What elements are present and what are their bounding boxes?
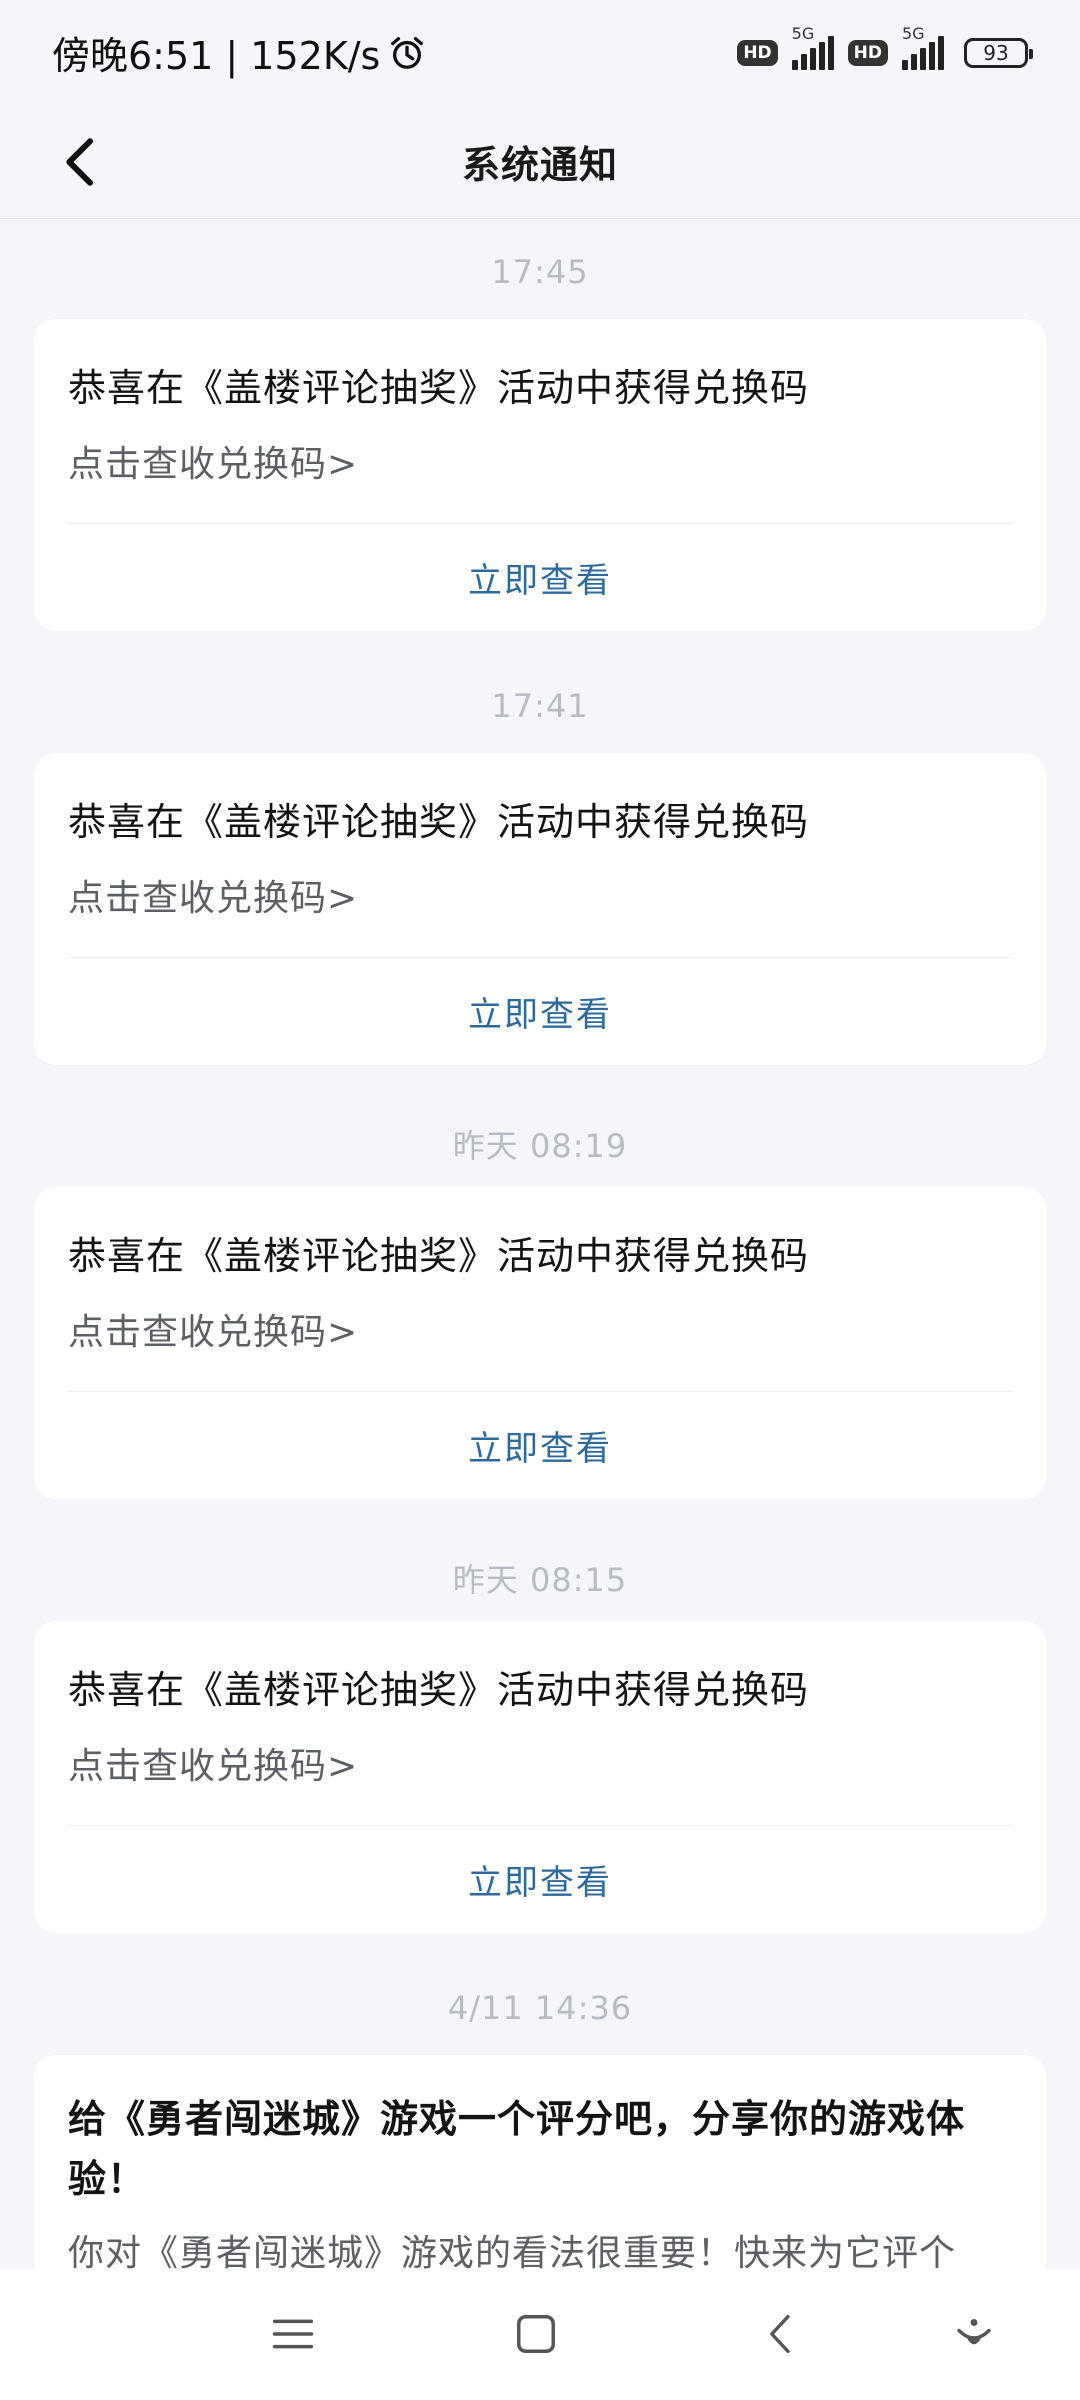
view-now-button[interactable]: 立即查看 [34,553,1046,602]
status-right: HD 5G HD 5G 93 [737,24,1033,70]
notification-title: 给《勇者闯迷城》游戏一个评分吧，分享你的游戏体验！ [68,2097,966,2201]
system-navbar [0,2269,1080,2400]
status-left: 傍晚6:51 | 152K/s [52,25,426,80]
divider [68,957,1012,958]
hd-badge-2: HD [847,39,888,66]
notification-title: 恭喜在《盖楼评论抽奖》活动中获得兑换码 [68,366,810,410]
notification-list[interactable]: 17:45 恭喜在《盖楼评论抽奖》活动中获得兑换码 点击查收兑换码> 立即查看 … [0,219,1080,2269]
message-time: 昨天 08:19 [452,1127,628,1165]
notification-subtitle[interactable]: 点击查收兑换码> [68,1303,358,1355]
battery-icon: 93 [964,37,1033,68]
alarm-clock-icon [388,34,426,72]
message-time: 17:45 [491,253,589,291]
notification-card[interactable]: 恭喜在《盖楼评论抽奖》活动中获得兑换码 点击查收兑换码> 立即查看 [34,319,1046,631]
network-type: 5G [791,23,815,43]
status-bar: 傍晚6:51 | 152K/s HD 5G HD 5G 93 [0,0,1080,105]
notification-subtitle[interactable]: 点击查收兑换码> [68,435,358,487]
page-title: 系统通知 [461,143,618,187]
menu-icon [272,2319,314,2349]
nav-back-button[interactable] [748,2301,814,2367]
chevron-left-icon [66,138,94,186]
signal-icon: 5G [791,24,834,70]
hd-badge: HD [737,39,778,66]
notification-card[interactable]: 恭喜在《盖楼评论抽奖》活动中获得兑换码 点击查收兑换码> 立即查看 [34,753,1046,1065]
nav-menu-button[interactable] [260,2301,326,2367]
notification-subtitle[interactable]: 点击查收兑换码> [68,1737,358,1789]
network-type-2: 5G [902,23,925,43]
square-home-icon [517,2315,555,2353]
battery-level: 93 [983,40,1009,65]
chevron-left-icon [770,2315,790,2353]
assistant-icon [957,2319,991,2345]
divider [68,1825,1012,1826]
notification-subtitle[interactable]: 你对《勇者闯迷城》游戏的看法很重要！快来为它评个 [68,2229,1012,2269]
notification-title: 恭喜在《盖楼评论抽奖》活动中获得兑换码 [68,1234,810,1278]
divider [68,523,1012,524]
app-header: 系统通知 [0,105,1080,219]
view-now-button[interactable]: 立即查看 [34,1421,1046,1470]
divider [68,1391,1012,1392]
nav-home-button[interactable] [503,2301,569,2367]
notification-card[interactable]: 恭喜在《盖楼评论抽奖》活动中获得兑换码 点击查收兑换码> 立即查看 [34,1621,1046,1933]
message-time: 17:41 [491,687,589,725]
notification-card[interactable]: 给《勇者闯迷城》游戏一个评分吧，分享你的游戏体验！ 你对《勇者闯迷城》游戏的看法… [34,2055,1046,2269]
view-now-button[interactable]: 立即查看 [34,987,1046,1036]
signal-icon-2: 5G [902,24,944,70]
notification-title: 恭喜在《盖楼评论抽奖》活动中获得兑换码 [68,1668,810,1712]
view-now-button[interactable]: 立即查看 [34,1855,1046,1904]
notification-subtitle[interactable]: 点击查收兑换码> [68,869,358,921]
notification-card[interactable]: 恭喜在《盖楼评论抽奖》活动中获得兑换码 点击查收兑换码> 立即查看 [34,1187,1046,1499]
message-time: 昨天 08:15 [452,1561,628,1599]
notification-title: 恭喜在《盖楼评论抽奖》活动中获得兑换码 [68,800,810,844]
message-time: 4/11 14:36 [447,1989,633,2027]
nav-assistant-button[interactable] [941,2301,1007,2367]
back-button[interactable] [48,129,114,195]
status-time: 傍晚6:51 | 152K/s [52,34,381,78]
